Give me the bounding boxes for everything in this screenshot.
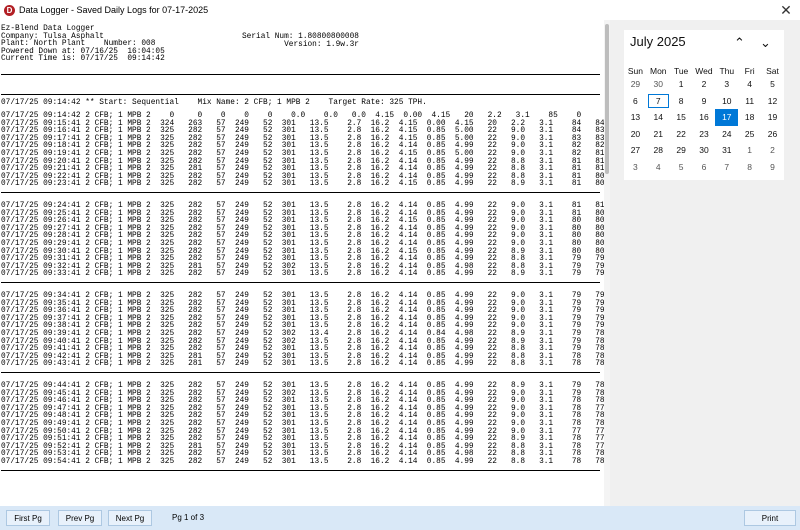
window-title: Data Logger - Saved Daily Logs for 07-17…	[19, 5, 209, 15]
weekday-label: Sun	[627, 66, 643, 76]
calendar-day[interactable]: 8	[738, 159, 761, 176]
calendar-day[interactable]: 28	[647, 142, 670, 159]
calendar-day[interactable]: 17	[715, 109, 739, 126]
calendar-day[interactable]: 3	[624, 159, 647, 176]
calendar-day[interactable]: 22	[670, 126, 693, 143]
report-panel[interactable]: Ez-Blend Data Logger Company: Tulsa Aspha…	[0, 20, 610, 506]
calendar-day[interactable]: 1	[670, 76, 693, 93]
close-button[interactable]: ✕	[772, 0, 800, 20]
bottom-toolbar: First Pg Prev Pg Next Pg Pg 1 of 3 Print	[0, 506, 800, 530]
calendar-day[interactable]: 7	[647, 93, 670, 110]
divider	[1, 74, 600, 75]
table-row: 07/17/25 09:23:41 2 CFB; 1 MPB 2 325 282…	[1, 180, 610, 189]
calendar-day[interactable]: 5	[670, 159, 693, 176]
table-row: 07/17/25 09:43:41 2 CFB; 1 MPB 2 325 281…	[1, 360, 610, 369]
calendar-day[interactable]: 30	[647, 76, 670, 93]
calendar-day[interactable]: 14	[647, 109, 670, 126]
calendar-month-label: July 2025	[630, 34, 686, 49]
calendar-day[interactable]: 15	[670, 109, 693, 126]
calendar-day[interactable]: 25	[738, 126, 761, 143]
version: Version: 1.9w.3r	[284, 40, 359, 49]
calendar-day[interactable]: 2	[761, 142, 784, 159]
calendar-day[interactable]: 9	[693, 93, 716, 110]
divider	[1, 469, 600, 471]
weekday-label: Tue	[673, 66, 689, 76]
print-button[interactable]: Print	[744, 510, 796, 526]
calendar-day[interactable]: 11	[738, 93, 761, 110]
page-indicator: Pg 1 of 3	[172, 513, 205, 522]
calendar-day[interactable]: 31	[715, 142, 738, 159]
header-line: Current Time is: 07/17/25 09:14:42	[1, 55, 165, 64]
calendar-day[interactable]: 29	[624, 76, 647, 93]
calendar-day[interactable]: 23	[693, 126, 716, 143]
weekday-label: Mon	[649, 66, 667, 76]
calendar-day[interactable]: 19	[761, 109, 784, 126]
log-block: 07/17/25 09:44:41 2 CFB; 1 MPB 2 325 282…	[1, 382, 610, 467]
calendar-day[interactable]: 27	[624, 142, 647, 159]
weekday-label: Sat	[766, 66, 779, 76]
calendar-day[interactable]: 10	[715, 93, 738, 110]
calendar-day[interactable]: 3	[715, 76, 738, 93]
table-row: 07/17/25 09:33:41 2 CFB; 1 MPB 2 325 282…	[1, 270, 610, 279]
divider	[1, 282, 600, 283]
calendar-day[interactable]: 9	[761, 159, 784, 176]
prev-page-button[interactable]: Prev Pg	[58, 510, 102, 526]
calendar-day[interactable]: 7	[715, 159, 738, 176]
divider	[1, 372, 600, 373]
divider	[1, 94, 600, 95]
title-bar: D Data Logger - Saved Daily Logs for 07-…	[0, 0, 800, 20]
calendar-day[interactable]: 6	[624, 93, 647, 110]
calendar-day[interactable]: 5	[761, 76, 784, 93]
report-header: Ez-Blend Data Logger Company: Tulsa Aspha…	[1, 25, 165, 64]
calendar-day[interactable]: 26	[761, 126, 784, 143]
calendar-day[interactable]: 4	[738, 76, 761, 93]
calendar-day[interactable]: 12	[761, 93, 784, 110]
scrollbar-thumb[interactable]	[605, 24, 609, 174]
app-icon: D	[4, 4, 15, 16]
weekday-label: Fri	[744, 66, 755, 76]
weekday-label: Thu	[719, 66, 735, 76]
calendar-day[interactable]: 6	[693, 159, 716, 176]
calendar-day[interactable]: 4	[647, 159, 670, 176]
calendar-grid: Sun Mon Tue Wed Thu Fri Sat 29 30 1 2 3 4 5 6 7 8 9 10 11 12…	[624, 66, 784, 175]
next-page-button[interactable]: Next Pg	[108, 510, 152, 526]
weekday-label: Wed	[695, 66, 713, 76]
calendar-day[interactable]: 20	[624, 126, 647, 143]
vertical-scrollbar[interactable]	[604, 20, 610, 506]
calendar-day[interactable]: 21	[647, 126, 670, 143]
calendar-day[interactable]: 29	[670, 142, 693, 159]
divider	[1, 192, 600, 193]
log-block: 07/17/25 09:24:41 2 CFB; 1 MPB 2 325 282…	[1, 202, 610, 279]
calendar-day[interactable]: 30	[693, 142, 716, 159]
calendar-day[interactable]: 13	[624, 109, 647, 126]
serial-info: Serial Num: 1.80800800008 Version: 1.9w.3…	[242, 33, 359, 49]
calendar-day[interactable]: 16	[693, 109, 716, 126]
calendar-day[interactable]: 24	[715, 126, 738, 143]
calendar-day[interactable]: 2	[693, 76, 716, 93]
chevron-down-icon[interactable]: ⌄	[760, 35, 771, 51]
date-calendar: July 2025 ⌃ ⌄ Sun Mon Tue Wed Thu Fri Sat 29 30 1…	[624, 30, 784, 180]
log-block: 07/17/25 09:34:41 2 CFB; 1 MPB 2 325 282…	[1, 292, 610, 369]
table-row: 07/17/25 09:54:41 2 CFB; 1 MPB 2 325 282…	[1, 457, 610, 466]
calendar-day[interactable]: 8	[670, 93, 693, 110]
chevron-up-icon[interactable]: ⌃	[734, 35, 745, 51]
first-page-button[interactable]: First Pg	[6, 510, 50, 526]
calendar-day[interactable]: 18	[738, 109, 761, 126]
calendar-day[interactable]: 1	[738, 142, 761, 159]
log-block: 07/17/25 09:14:42 2 CFB; 1 MPB 2 0 0 0 0…	[1, 112, 610, 189]
run-start-line: 07/17/25 09:14:42 ** Start: Sequential M…	[1, 99, 427, 107]
